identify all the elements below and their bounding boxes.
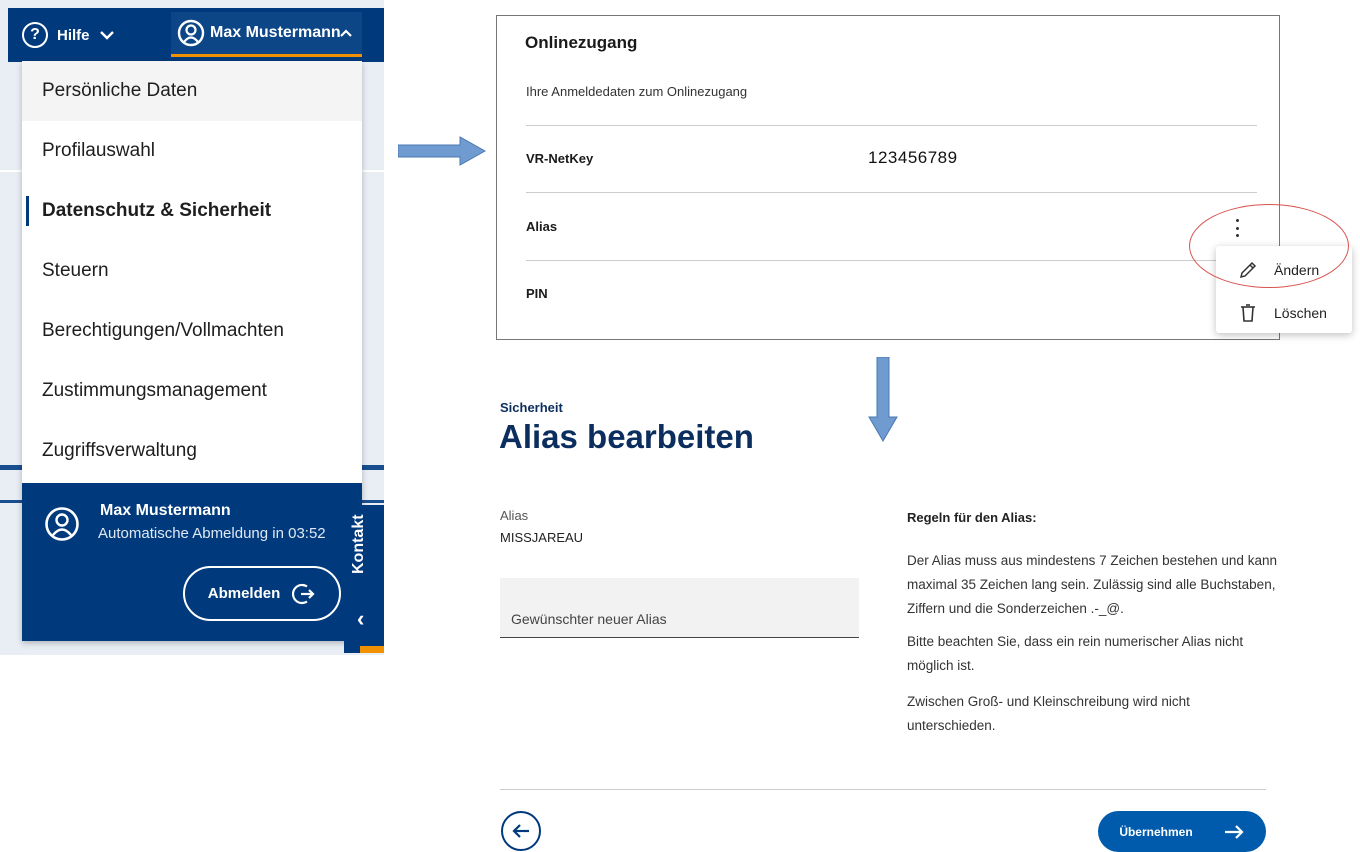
contact-tab-label: Kontakt (350, 514, 367, 574)
rules-title: Regeln für den Alias: (907, 510, 1037, 525)
highlight-annotation (1189, 204, 1349, 288)
menu-item-label: Berechtigungen/Vollmachten (42, 320, 284, 341)
footer-divider (500, 789, 1266, 790)
netkey-label: VR-NetKey (526, 151, 594, 166)
back-button[interactable] (501, 811, 541, 851)
arrow-down-icon (868, 357, 898, 442)
menu-item-consent-management[interactable]: Zustimmungsmanagement (22, 361, 362, 421)
menu-item-label: Zugriffsverwaltung (42, 440, 197, 461)
menu-item-taxes[interactable]: Steuern (22, 241, 362, 301)
help-label: Hilfe (57, 26, 90, 44)
row-divider (526, 125, 1257, 126)
footer-avatar (44, 506, 80, 547)
user-avatar-icon (177, 19, 205, 47)
chevron-up-icon (339, 29, 352, 37)
rules-paragraph: Zwischen Groß- und Kleinschreibung wird … (907, 694, 1190, 733)
current-alias-label: Alias (500, 508, 529, 523)
menu-item-personal-data[interactable]: Persönliche Daten (22, 61, 362, 121)
logout-label: Abmelden (207, 585, 281, 602)
card-title: Onlinezugang (525, 33, 638, 52)
menu-item-label: Datenschutz & Sicherheit (42, 200, 272, 221)
contact-tab-accent (360, 646, 384, 653)
context-menu-label: Löschen (1274, 305, 1327, 321)
user-menu-button[interactable]: Max Mustermann (171, 12, 362, 57)
menu-item-label: Zustimmungsmanagement (42, 380, 267, 401)
menu-item-label: Steuern (42, 260, 109, 281)
menu-item-label: Profilauswahl (42, 140, 155, 161)
current-alias-value: MISSJAREAU (500, 530, 584, 545)
arrow-right-icon (398, 136, 486, 166)
pin-row-label: PIN (526, 286, 548, 301)
rules-paragraph: Der Alias muss aus mindestens 7 Zeichen … (907, 553, 1277, 616)
menu-item-profile-selection[interactable]: Profilauswahl (22, 121, 362, 181)
arrow-right-icon (1224, 824, 1244, 839)
menu-item-permissions[interactable]: Berechtigungen/Vollmachten (22, 301, 362, 361)
new-alias-input[interactable] (500, 578, 859, 638)
submit-button[interactable]: Übernehmen (1098, 811, 1266, 852)
row-divider (526, 192, 1257, 193)
help-icon: ? (22, 22, 48, 48)
card-subtitle: Ihre Anmeldedaten zum Onlinezugang (526, 84, 748, 99)
online-access-card (496, 15, 1280, 340)
trash-icon (1241, 304, 1255, 322)
context-menu-delete[interactable]: Löschen (1238, 303, 1327, 323)
page-title: Alias bearbeiten (499, 418, 754, 455)
menu-item-label: Persönliche Daten (42, 80, 198, 101)
rules-paragraph: Bitte beachten Sie, dass ein rein numeri… (907, 634, 1244, 673)
menu-item-access-management[interactable]: Zugriffsverwaltung (22, 421, 362, 481)
footer-user-name: Max Mustermann (100, 502, 231, 519)
alias-row-label: Alias (526, 219, 558, 234)
chevron-left-icon: ‹ (357, 606, 365, 631)
chevron-down-icon (99, 31, 114, 40)
menu-item-privacy-security[interactable]: Datenschutz & Sicherheit (22, 181, 362, 241)
user-name: Max Mustermann (210, 24, 341, 41)
section-eyebrow: Sicherheit (500, 400, 563, 415)
arrow-left-icon (512, 824, 529, 838)
help-button[interactable]: ? Hilfe (22, 19, 115, 51)
logout-icon (292, 583, 315, 604)
logout-button[interactable]: Abmelden (183, 566, 341, 621)
user-avatar-icon (45, 507, 79, 541)
logout-timer: Automatische Abmeldung in 03:52 (98, 525, 326, 542)
submit-label: Übernehmen (1119, 824, 1193, 839)
netkey-value: 123456789 (868, 148, 958, 167)
row-divider (526, 260, 1257, 261)
